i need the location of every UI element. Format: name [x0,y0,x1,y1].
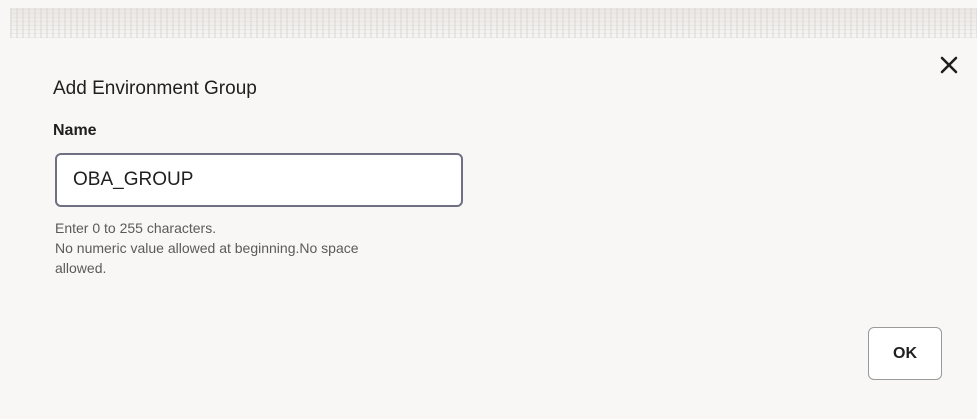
name-label: Name [53,122,97,139]
dialog-title: Add Environment Group [53,78,257,99]
dialog-header-texture [10,8,977,38]
help-line: Enter 0 to 255 characters. [55,220,217,236]
help-line: No numeric value allowed at beginning.No… [55,240,359,256]
name-input[interactable] [57,155,461,205]
help-line: allowed. [55,260,107,276]
name-field-container [55,153,463,207]
close-icon [939,55,959,80]
close-button[interactable] [934,52,964,82]
ok-button[interactable]: OK [868,327,942,380]
name-help-text: Enter 0 to 255 characters. No numeric va… [55,218,445,278]
add-environment-group-dialog: Add Environment Group Name Enter 0 to 25… [10,8,977,419]
